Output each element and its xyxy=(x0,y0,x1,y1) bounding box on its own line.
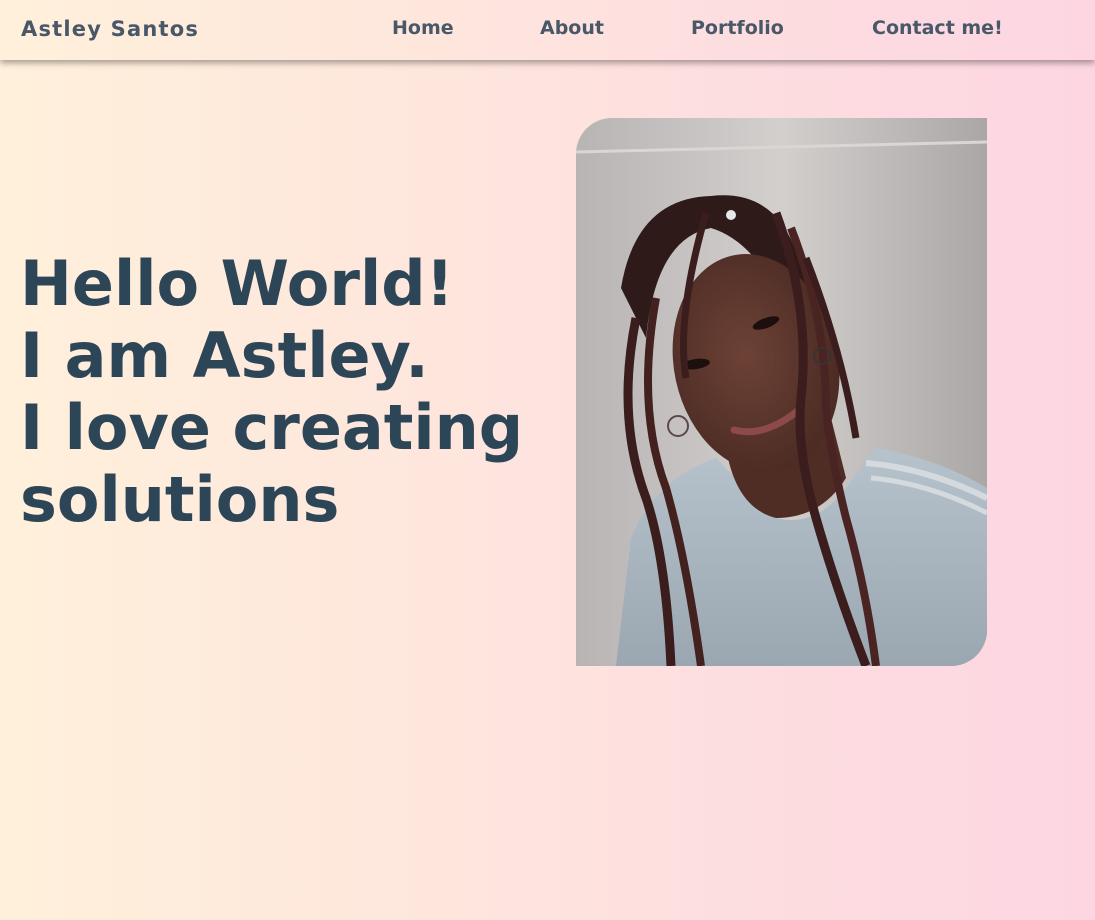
navbar: Astley Santos Home About Portfolio Conta… xyxy=(0,0,1095,60)
nav-link-portfolio[interactable]: Portfolio xyxy=(691,17,784,39)
portrait-photo-icon xyxy=(576,118,987,666)
hero-heading: Hello World! I am Astley. I love creatin… xyxy=(20,248,560,536)
hero-line-passion: I love creating xyxy=(20,391,524,464)
hero-line-solutions: solutions xyxy=(20,463,340,536)
nav-link-about[interactable]: About xyxy=(540,17,604,39)
profile-photo xyxy=(576,118,987,666)
hero-line-greeting: Hello World! xyxy=(20,247,454,320)
nav-link-contact[interactable]: Contact me! xyxy=(872,17,1003,39)
hero-line-name: I am Astley. xyxy=(20,319,429,392)
brand-name[interactable]: Astley Santos xyxy=(21,17,199,41)
nav-link-home[interactable]: Home xyxy=(392,17,454,39)
